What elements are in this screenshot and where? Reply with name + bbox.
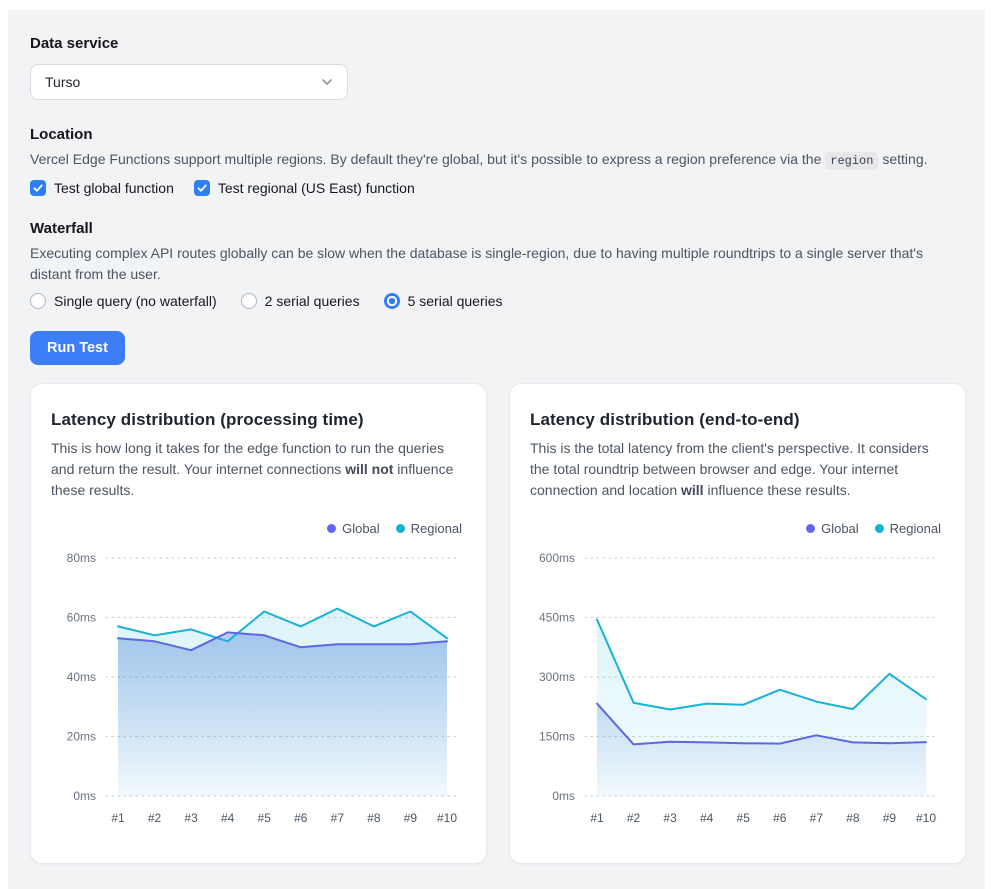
radio-label: Single query (no waterfall) [54,293,217,309]
svg-text:#2: #2 [148,811,162,825]
radio-label: 2 serial queries [265,293,360,309]
waterfall-radio-row: Single query (no waterfall) 2 serial que… [30,293,963,309]
radio-icon[interactable] [30,293,46,309]
radio-icon[interactable] [241,293,257,309]
checkbox-checked-icon[interactable] [194,180,210,196]
card-processing-time: Latency distribution (processing time) T… [30,383,487,864]
chart-svg: 0ms 150ms 300ms 450ms 600ms #1 #2 #3 #4 #5 #6 #7 #8 #… [530,542,943,838]
checkbox-test-global-function[interactable]: Test global function [30,180,174,196]
svg-text:0ms: 0ms [552,789,575,803]
legend-label: Global [342,521,380,536]
checkbox-label: Test regional (US East) function [218,180,415,196]
chart-cards: Latency distribution (processing time) T… [30,383,963,864]
svg-text:80ms: 80ms [67,551,96,565]
legend-label: Regional [411,521,462,536]
chart-legend: Global Regional [51,521,462,536]
radio-2-serial-queries[interactable]: 2 serial queries [241,293,360,309]
chart-svg: 0ms 20ms 40ms 60ms 80ms #1 #2 #3 #4 #5 #6 #7 #8 #9 #10 [51,542,464,838]
svg-text:#9: #9 [883,811,897,825]
svg-text:#9: #9 [404,811,418,825]
location-description: Vercel Edge Functions support multiple r… [30,149,963,172]
latency-chart-end-to-end: 0ms 150ms 300ms 450ms 600ms #1 #2 #3 #4 #5 #6 #7 #8 #… [530,542,941,843]
svg-text:150ms: 150ms [539,730,575,744]
svg-text:#4: #4 [221,811,235,825]
card-title: Latency distribution (end-to-end) [530,410,941,430]
svg-text:#6: #6 [294,811,308,825]
card-description: This is how long it takes for the edge f… [51,438,462,501]
legend-item-global: Global [327,521,380,536]
legend-item-regional: Regional [396,521,462,536]
data-service-heading: Data service [30,35,963,52]
checkbox-label: Test global function [54,180,174,196]
data-service-select-value: Turso [45,74,80,90]
svg-text:#8: #8 [846,811,860,825]
run-test-button[interactable]: Run Test [30,331,125,365]
svg-text:#10: #10 [437,811,457,825]
svg-text:#7: #7 [810,811,824,825]
global-dot-icon [806,524,815,533]
svg-text:40ms: 40ms [67,670,96,684]
svg-text:#6: #6 [773,811,787,825]
legend-label: Global [821,521,859,536]
chevron-down-icon [319,74,335,90]
card-description: This is the total latency from the clien… [530,438,941,501]
svg-text:#7: #7 [331,811,345,825]
legend-item-regional: Regional [875,521,941,536]
card-title: Latency distribution (processing time) [51,410,462,430]
regional-dot-icon [396,524,405,533]
data-service-select[interactable]: Turso [30,64,348,100]
waterfall-heading: Waterfall [30,220,963,237]
svg-text:#10: #10 [916,811,936,825]
location-heading: Location [30,126,963,143]
svg-text:#4: #4 [700,811,714,825]
svg-text:300ms: 300ms [539,670,575,684]
global-dot-icon [327,524,336,533]
location-checkbox-row: Test global function Test regional (US E… [30,180,963,196]
svg-text:#3: #3 [184,811,198,825]
svg-text:#8: #8 [367,811,381,825]
svg-text:60ms: 60ms [67,611,96,625]
legend-label: Regional [890,521,941,536]
waterfall-description: Executing complex API routes globally ca… [30,243,963,285]
radio-single-query[interactable]: Single query (no waterfall) [30,293,217,309]
svg-text:600ms: 600ms [539,551,575,565]
svg-text:#3: #3 [663,811,677,825]
radio-icon[interactable] [384,293,400,309]
svg-text:#5: #5 [258,811,272,825]
svg-text:#1: #1 [111,811,125,825]
checkbox-test-regional-function[interactable]: Test regional (US East) function [194,180,415,196]
svg-text:#2: #2 [627,811,641,825]
latency-chart-processing-time: 0ms 20ms 40ms 60ms 80ms #1 #2 #3 #4 #5 #6 #7 #8 #9 #10 [51,542,462,843]
chart-legend: Global Regional [530,521,941,536]
svg-text:450ms: 450ms [539,611,575,625]
radio-5-serial-queries[interactable]: 5 serial queries [384,293,503,309]
legend-item-global: Global [806,521,859,536]
svg-text:#1: #1 [590,811,604,825]
settings-panel: Data service Turso Location Vercel Edge … [8,10,985,889]
checkbox-checked-icon[interactable] [30,180,46,196]
svg-text:0ms: 0ms [73,789,96,803]
radio-label: 5 serial queries [408,293,503,309]
svg-text:#5: #5 [737,811,751,825]
region-code-chip: region [825,152,878,170]
regional-dot-icon [875,524,884,533]
svg-text:20ms: 20ms [67,730,96,744]
card-end-to-end: Latency distribution (end-to-end) This i… [509,383,966,864]
